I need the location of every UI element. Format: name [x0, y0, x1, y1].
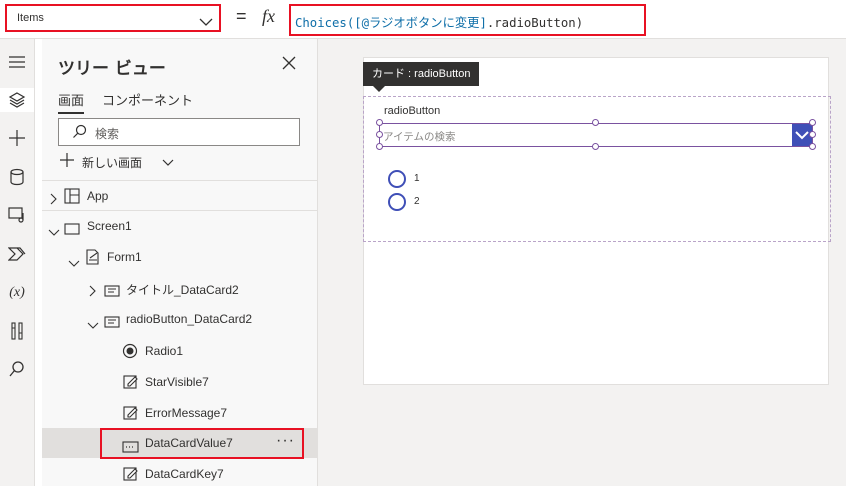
- left-icon-rail: (x): [0, 39, 35, 486]
- edit-label-icon: [123, 405, 138, 424]
- tooltip-arrow: [373, 86, 385, 92]
- tree-item-form1[interactable]: Form1: [42, 242, 317, 272]
- resize-handle[interactable]: [809, 131, 816, 138]
- radio-option[interactable]: 2: [388, 193, 448, 213]
- form-icon: [85, 249, 101, 269]
- edit-label-icon: [123, 374, 138, 393]
- database-icon[interactable]: [5, 165, 29, 189]
- chevron-right-icon[interactable]: [50, 190, 58, 209]
- radio-option[interactable]: 1: [388, 170, 448, 190]
- radio-label: 1: [414, 173, 420, 184]
- radio-circle[interactable]: [388, 170, 406, 188]
- new-screen-label: 新しい画面: [82, 156, 143, 170]
- card-tooltip: カード : radioButton: [363, 62, 480, 86]
- combo-placeholder: アイテムの検索: [383, 131, 456, 143]
- search-icon: [72, 124, 88, 144]
- chevron-down-icon[interactable]: [48, 222, 60, 241]
- chevron-right-icon[interactable]: [89, 282, 97, 301]
- chevron-down-icon[interactable]: [87, 315, 99, 334]
- tree-item-label: DataCardKey7: [145, 467, 224, 481]
- tree-item-label: タイトル_DataCard2: [126, 283, 239, 297]
- resize-handle[interactable]: [592, 143, 599, 150]
- tree-item-radiobutton-datacard[interactable]: radioButton_DataCard2: [42, 304, 317, 334]
- resize-handle[interactable]: [376, 143, 383, 150]
- tree-item-label: StarVisible7: [145, 375, 209, 389]
- plus-icon[interactable]: [5, 126, 29, 150]
- tree-item-app[interactable]: App: [42, 180, 317, 211]
- power-automate-icon[interactable]: [5, 242, 29, 266]
- app-icon: [64, 188, 80, 208]
- chevron-down-icon: [199, 12, 213, 31]
- fx-icon: fx: [262, 6, 275, 26]
- radio-circle[interactable]: [388, 193, 406, 211]
- tree-item-radio1[interactable]: Radio1: [42, 336, 317, 366]
- tab-screens[interactable]: 画面: [58, 90, 85, 114]
- tree-item-label: Screen1: [87, 219, 132, 233]
- search-input[interactable]: 検索: [58, 118, 300, 146]
- tree-item-label: Radio1: [145, 344, 184, 358]
- formula-argument: [@ラジオボタンに変更]: [354, 16, 487, 30]
- datacard-icon: [104, 282, 120, 301]
- variables-icon[interactable]: (x): [5, 281, 29, 305]
- radiobutton-datacard[interactable]: [363, 96, 831, 242]
- tree-item-screen1[interactable]: Screen1: [42, 210, 317, 241]
- plus-icon: [60, 153, 74, 170]
- radio-label: 2: [414, 196, 420, 207]
- chevron-down-icon[interactable]: [68, 253, 80, 272]
- tree-item-label: App: [87, 189, 109, 203]
- tree-item-title-datacard[interactable]: タイトル_DataCard2: [42, 273, 317, 303]
- hamburger-icon[interactable]: [5, 50, 29, 74]
- media-icon[interactable]: [5, 203, 29, 227]
- tab-components[interactable]: コンポーネント: [102, 90, 193, 109]
- resize-handle[interactable]: [809, 119, 816, 126]
- formula-function: Choices(: [295, 16, 355, 30]
- resize-handle[interactable]: [376, 131, 383, 138]
- datacard-icon: [104, 313, 120, 332]
- tools-icon[interactable]: [5, 319, 29, 343]
- resize-handle[interactable]: [809, 143, 816, 150]
- tree-item-datacardkey[interactable]: DataCardKey7: [42, 459, 317, 489]
- formula-tail: .radioButton): [486, 16, 584, 30]
- screen-icon: [64, 220, 80, 239]
- tree-item-label: Form1: [107, 250, 142, 264]
- resize-handle[interactable]: [376, 119, 383, 126]
- property-value: Items: [17, 12, 44, 24]
- search-icon[interactable]: [5, 357, 29, 381]
- tree-item-errormessage[interactable]: ErrorMessage7: [42, 398, 317, 428]
- search-placeholder: 検索: [95, 127, 120, 141]
- layers-icon[interactable]: [0, 88, 34, 112]
- tree-item-starvisible[interactable]: StarVisible7: [42, 367, 317, 397]
- tree-item-label: ErrorMessage7: [145, 406, 228, 420]
- resize-handle[interactable]: [592, 119, 599, 126]
- edit-label-icon: [123, 466, 138, 485]
- card-label: radioButton: [384, 105, 441, 117]
- chevron-down-icon: [162, 156, 174, 170]
- close-icon[interactable]: [282, 55, 300, 73]
- formula-input[interactable]: Choices([@ラジオボタンに変更].radioButton): [289, 4, 646, 36]
- selection-highlight-box: [100, 428, 304, 459]
- tree-item-label: radioButton_DataCard2: [126, 312, 253, 326]
- property-dropdown[interactable]: Items: [5, 4, 221, 32]
- equals-sign: =: [236, 6, 247, 26]
- panel-title: ツリー ビュー: [58, 59, 166, 79]
- radio-icon: [122, 343, 138, 363]
- tree-view-panel: ツリー ビュー 画面 コンポーネント 検索 新しい画面 App Screen1 …: [42, 39, 318, 486]
